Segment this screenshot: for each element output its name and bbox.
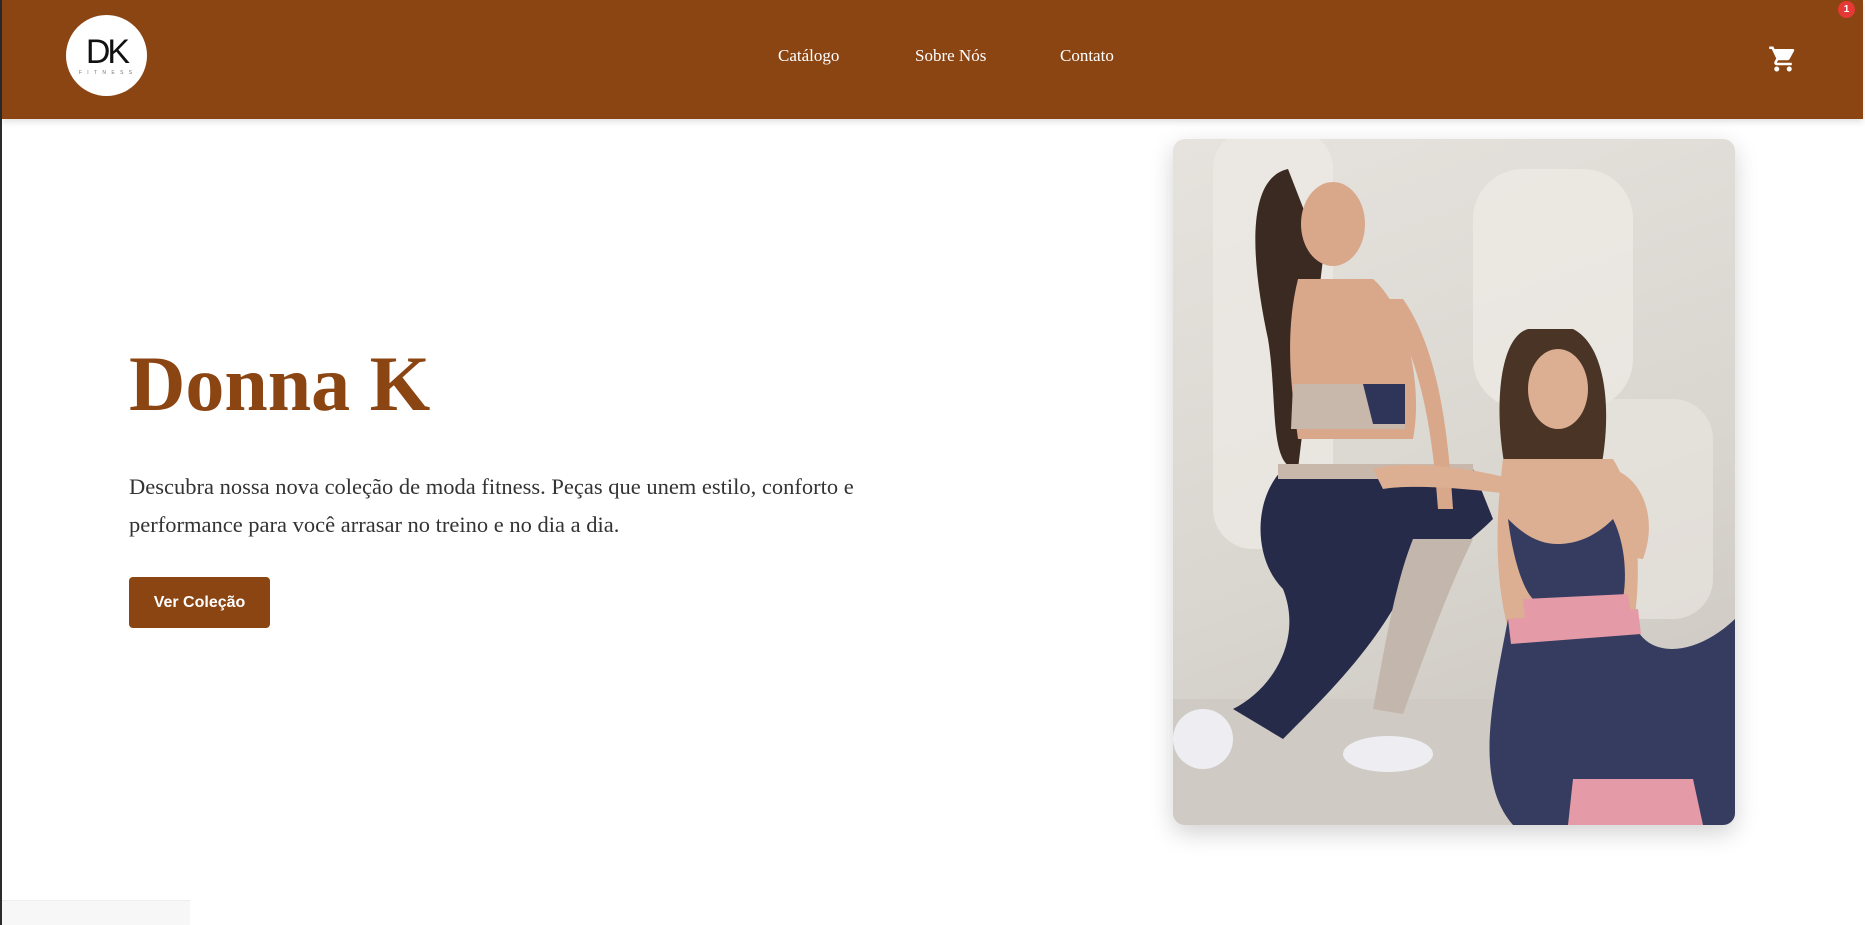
view-collection-button[interactable]: Ver Coleção (129, 577, 270, 628)
logo-mark: DK (85, 33, 130, 71)
cart-count-badge: 1 (1838, 1, 1855, 18)
site-header: DK F I T N E S S Catálogo Sobre Nós Cont… (2, 0, 1863, 119)
hero-title: Donna K (129, 340, 431, 427)
nav-link-catalogo[interactable]: Catálogo (778, 46, 839, 66)
nav-link-contato[interactable]: Contato (1060, 46, 1114, 66)
brand-logo[interactable]: DK F I T N E S S (66, 15, 147, 96)
window-edge (0, 0, 2, 925)
nav-link-sobre-nos[interactable]: Sobre Nós (915, 46, 986, 66)
hero-image (1173, 139, 1735, 825)
fitness-models-photo (1173, 139, 1735, 825)
shopping-cart-icon[interactable] (1768, 44, 1798, 74)
corner-widget (2, 900, 190, 925)
hero-description: Descubra nossa nova coleção de moda fitn… (129, 474, 854, 537)
logo-subtitle: F I T N E S S (78, 70, 135, 76)
